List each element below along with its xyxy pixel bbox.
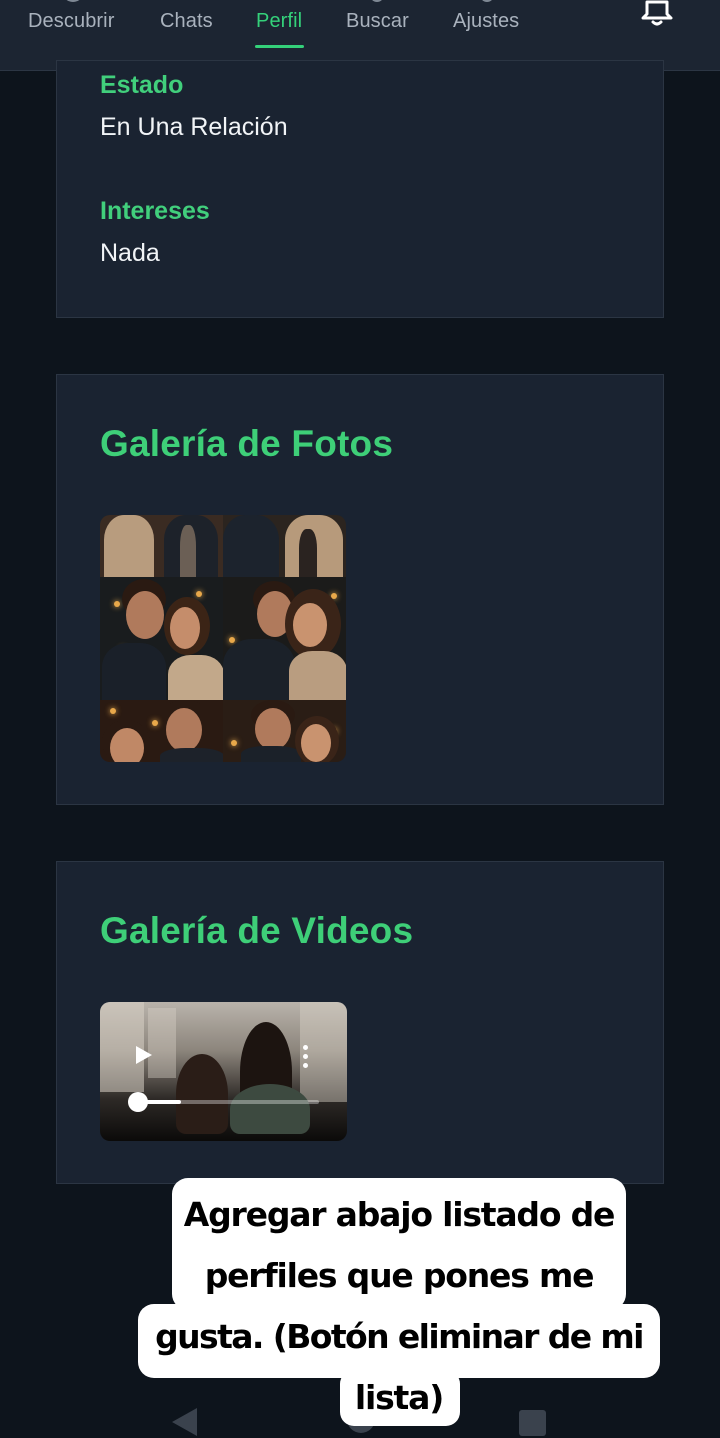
annotation-line: perfiles que pones me bbox=[204, 1256, 595, 1295]
video-gallery-card: Galería de Videos bbox=[56, 861, 664, 1184]
photo-tile bbox=[223, 577, 346, 700]
interests-label: Intereses bbox=[100, 197, 210, 225]
interests-value: Nada bbox=[100, 239, 160, 267]
annotation-line: Agregar abajo listado de bbox=[183, 1195, 616, 1234]
annotation-text: Agregar abajo listado de perfiles que po… bbox=[138, 1184, 660, 1428]
active-tab-indicator bbox=[255, 45, 304, 48]
cropped-nav-icon bbox=[62, 0, 84, 2]
video-progress-track[interactable] bbox=[138, 1100, 319, 1104]
photo-gallery-title: Galería de Fotos bbox=[100, 423, 394, 464]
video-gallery-title: Galería de Videos bbox=[100, 910, 414, 951]
nav-tab-buscar[interactable]: Buscar bbox=[346, 10, 409, 33]
photo-tile bbox=[223, 700, 346, 762]
status-value: En Una Relación bbox=[100, 113, 288, 141]
nav-tab-perfil[interactable]: Perfil bbox=[256, 10, 302, 33]
bell-icon[interactable] bbox=[636, 0, 678, 30]
video-progress-handle[interactable] bbox=[128, 1092, 148, 1112]
annotation-line: gusta. (Botón eliminar de mi bbox=[155, 1317, 644, 1356]
photo-tile bbox=[100, 577, 223, 700]
photo-tile bbox=[100, 515, 223, 577]
profile-screen: Descubrir Chats Perfil Buscar Ajustes Es… bbox=[0, 0, 720, 1438]
status-label: Estado bbox=[100, 71, 184, 99]
photo-tile bbox=[100, 700, 223, 762]
video-player[interactable] bbox=[100, 1002, 347, 1141]
photo-tile bbox=[223, 515, 346, 577]
nav-tab-chats[interactable]: Chats bbox=[160, 10, 213, 33]
profile-info-card: Estado En Una Relación Intereses Nada bbox=[56, 60, 664, 318]
nav-tab-ajustes[interactable]: Ajustes bbox=[453, 10, 519, 33]
nav-tab-descubrir[interactable]: Descubrir bbox=[28, 10, 114, 33]
play-icon[interactable] bbox=[136, 1046, 152, 1064]
gallery-photo[interactable] bbox=[100, 515, 346, 762]
cropped-nav-icon bbox=[370, 0, 384, 2]
annotation-line: lista) bbox=[354, 1378, 444, 1417]
photo-gallery-card: Galería de Fotos bbox=[56, 374, 664, 805]
cropped-nav-icon bbox=[480, 0, 494, 2]
more-vertical-icon[interactable] bbox=[303, 1045, 309, 1069]
